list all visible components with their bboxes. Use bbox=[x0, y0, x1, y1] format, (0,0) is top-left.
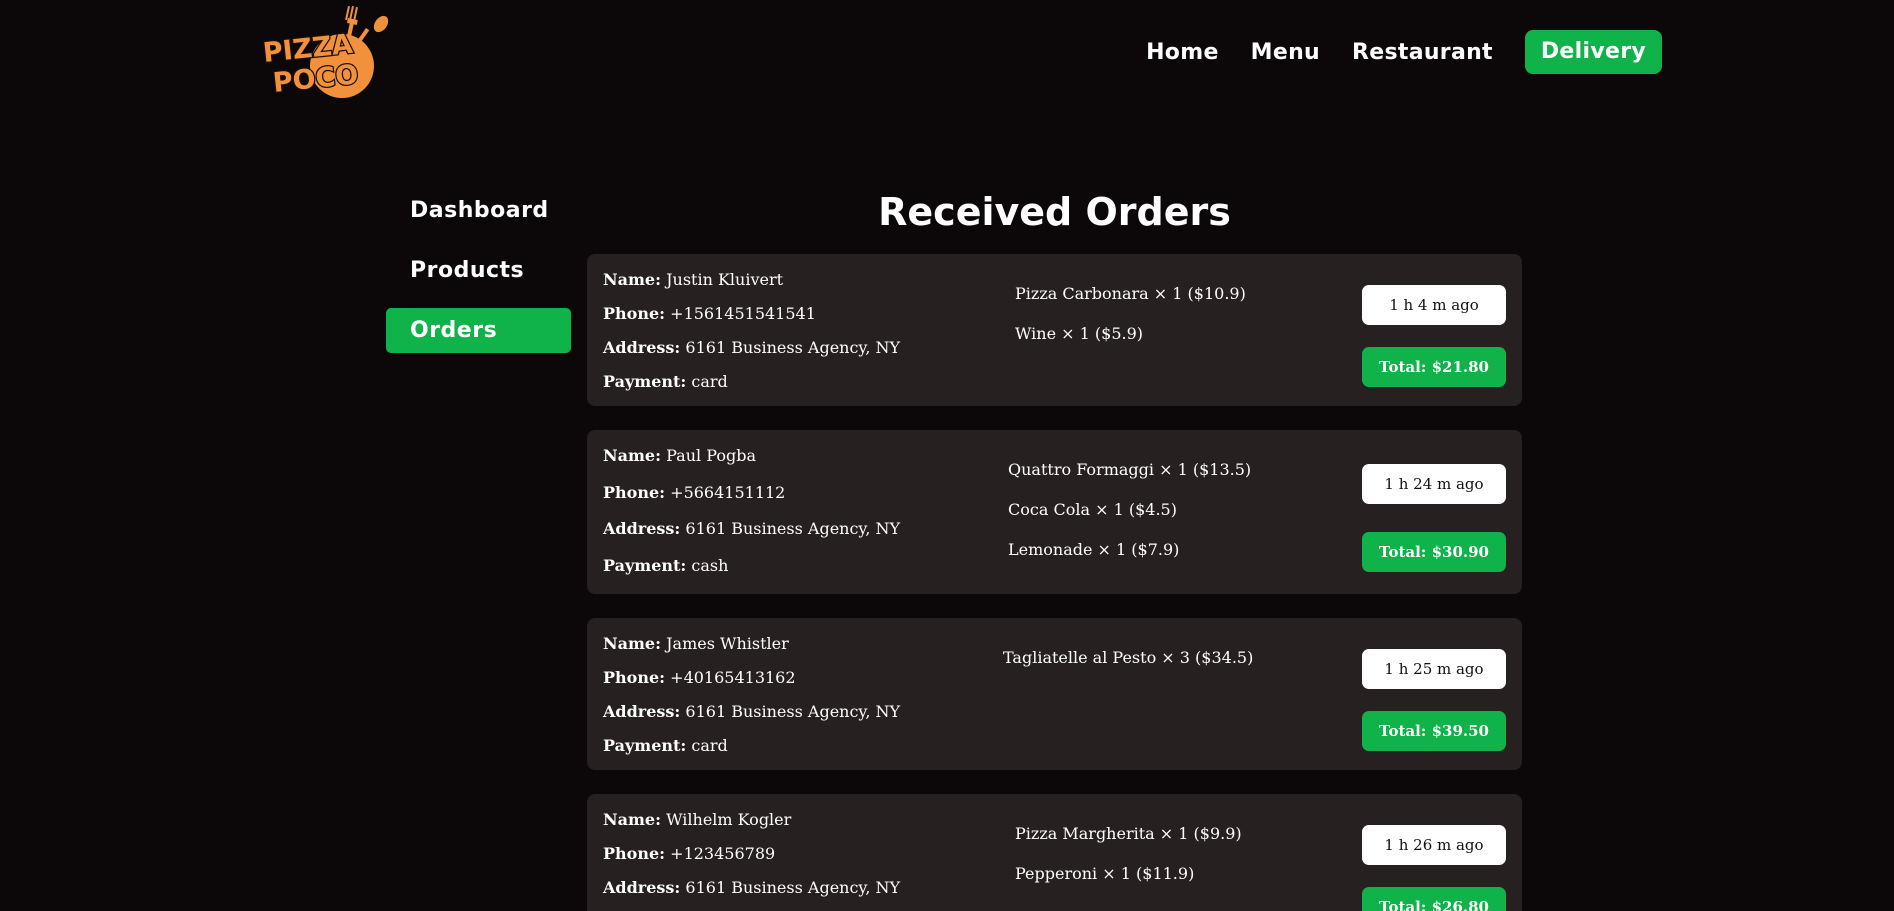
order-info: Name: Paul Pogba Phone: +5664151112 Addr… bbox=[603, 446, 900, 576]
name-label: Name: bbox=[603, 446, 662, 465]
order-phone: Phone: +1561451541541 bbox=[603, 304, 900, 324]
name-label: Name: bbox=[603, 634, 662, 653]
order-item: Coca Cola × 1 ($4.5) bbox=[1008, 500, 1177, 519]
sidebar-item-dashboard[interactable]: Dashboard bbox=[386, 188, 571, 233]
order-info: Name: James Whistler Phone: +40165413162… bbox=[603, 634, 900, 756]
order-address: Address: 6161 Business Agency, NY bbox=[603, 519, 900, 539]
address-value: 6161 Business Agency, NY bbox=[685, 519, 901, 539]
order-name: Name: James Whistler bbox=[603, 634, 900, 654]
payment-label: Payment: bbox=[603, 736, 687, 755]
order-card: Name: Wilhelm Kogler Phone: +123456789 A… bbox=[587, 794, 1522, 911]
order-payment: Payment: card bbox=[603, 372, 900, 392]
nav-home[interactable]: Home bbox=[1146, 40, 1219, 65]
phone-label: Phone: bbox=[603, 482, 666, 502]
payment-value: cash bbox=[691, 555, 729, 575]
order-name: Name: Justin Kluivert bbox=[603, 270, 900, 290]
nav-restaurant[interactable]: Restaurant bbox=[1352, 40, 1493, 65]
address-value: 6161 Business Agency, NY bbox=[685, 702, 901, 721]
order-items: Tagliatelle al Pesto × 3 ($34.5) bbox=[1003, 648, 1253, 688]
order-address: Address: 6161 Business Agency, NY bbox=[603, 702, 900, 722]
order-address: Address: 6161 Business Agency, NY bbox=[603, 878, 900, 898]
payment-label: Payment: bbox=[603, 555, 687, 575]
order-time-badge: 1 h 25 m ago bbox=[1362, 649, 1506, 689]
order-phone: Phone: +40165413162 bbox=[603, 668, 900, 688]
sidebar-item-orders[interactable]: Orders bbox=[386, 308, 571, 353]
order-item: Pizza Carbonara × 1 ($10.9) bbox=[1015, 284, 1246, 303]
order-time-badge: 1 h 24 m ago bbox=[1362, 464, 1506, 504]
phone-label: Phone: bbox=[603, 668, 666, 687]
phone-label: Phone: bbox=[603, 304, 666, 323]
order-payment: Payment: card bbox=[603, 736, 900, 756]
order-payment: Payment: cash bbox=[603, 556, 900, 576]
main-nav: Home Menu Restaurant Delivery bbox=[1146, 30, 1662, 74]
order-time-badge: 1 h 26 m ago bbox=[1362, 825, 1506, 865]
name-value: James Whistler bbox=[666, 634, 789, 653]
order-info: Name: Wilhelm Kogler Phone: +123456789 A… bbox=[603, 810, 900, 911]
phone-value: +1561451541541 bbox=[670, 304, 816, 323]
order-total-badge: Total: $26.80 bbox=[1362, 887, 1506, 911]
address-label: Address: bbox=[603, 338, 681, 357]
order-phone: Phone: +123456789 bbox=[603, 844, 900, 864]
order-phone: Phone: +5664151112 bbox=[603, 483, 900, 503]
order-info: Name: Justin Kluivert Phone: +1561451541… bbox=[603, 270, 900, 392]
address-label: Address: bbox=[603, 702, 681, 721]
sidebar-item-products[interactable]: Products bbox=[386, 248, 571, 293]
address-label: Address: bbox=[603, 519, 681, 539]
phone-label: Phone: bbox=[603, 844, 666, 863]
name-value: Paul Pogba bbox=[666, 446, 756, 465]
name-value: Justin Kluivert bbox=[666, 270, 784, 289]
name-value: Wilhelm Kogler bbox=[666, 810, 792, 829]
order-name: Name: Wilhelm Kogler bbox=[603, 810, 900, 830]
phone-value: +40165413162 bbox=[670, 668, 796, 687]
payment-value: card bbox=[691, 736, 728, 755]
address-label: Address: bbox=[603, 878, 681, 897]
phone-value: +123456789 bbox=[670, 844, 776, 863]
address-value: 6161 Business Agency, NY bbox=[685, 878, 901, 897]
spoon-icon bbox=[352, 15, 389, 50]
order-item: Tagliatelle al Pesto × 3 ($34.5) bbox=[1003, 648, 1254, 667]
order-card: Name: Justin Kluivert Phone: +1561451541… bbox=[587, 254, 1522, 406]
order-time-badge: 1 h 4 m ago bbox=[1362, 285, 1506, 325]
order-card: Name: Paul Pogba Phone: +5664151112 Addr… bbox=[587, 430, 1522, 594]
order-name: Name: Paul Pogba bbox=[603, 446, 900, 466]
order-items: Pizza Margherita × 1 ($9.9) Pepperoni × … bbox=[1015, 824, 1242, 904]
payment-value: card bbox=[691, 372, 728, 391]
address-value: 6161 Business Agency, NY bbox=[685, 338, 901, 357]
order-item: Pizza Margherita × 1 ($9.9) bbox=[1015, 824, 1242, 843]
order-address: Address: 6161 Business Agency, NY bbox=[603, 338, 900, 358]
payment-label: Payment: bbox=[603, 372, 687, 391]
order-total-badge: Total: $39.50 bbox=[1362, 711, 1506, 751]
order-total-badge: Total: $30.90 bbox=[1362, 532, 1506, 572]
delivery-button[interactable]: Delivery bbox=[1524, 30, 1662, 74]
phone-value: +5664151112 bbox=[670, 482, 786, 502]
order-items: Quattro Formaggi × 1 ($13.5) Coca Cola ×… bbox=[1008, 460, 1251, 580]
order-item: Quattro Formaggi × 1 ($13.5) bbox=[1008, 460, 1252, 479]
sidebar: Dashboard Products Orders bbox=[386, 188, 571, 368]
nav-menu[interactable]: Menu bbox=[1251, 40, 1320, 65]
order-item: Wine × 1 ($5.9) bbox=[1015, 324, 1144, 343]
order-total-badge: Total: $21.80 bbox=[1362, 347, 1506, 387]
order-item: Pepperoni × 1 ($11.9) bbox=[1015, 864, 1195, 883]
logo-graphic: PIZZA POCO bbox=[262, 6, 389, 100]
order-card: Name: James Whistler Phone: +40165413162… bbox=[587, 618, 1522, 770]
order-items: Pizza Carbonara × 1 ($10.9) Wine × 1 ($5… bbox=[1015, 284, 1246, 364]
page-title: Received Orders bbox=[878, 190, 1231, 234]
name-label: Name: bbox=[603, 270, 662, 289]
name-label: Name: bbox=[603, 810, 662, 829]
logo[interactable]: PIZZA POCO bbox=[262, 4, 390, 102]
order-item: Lemonade × 1 ($7.9) bbox=[1008, 540, 1180, 559]
